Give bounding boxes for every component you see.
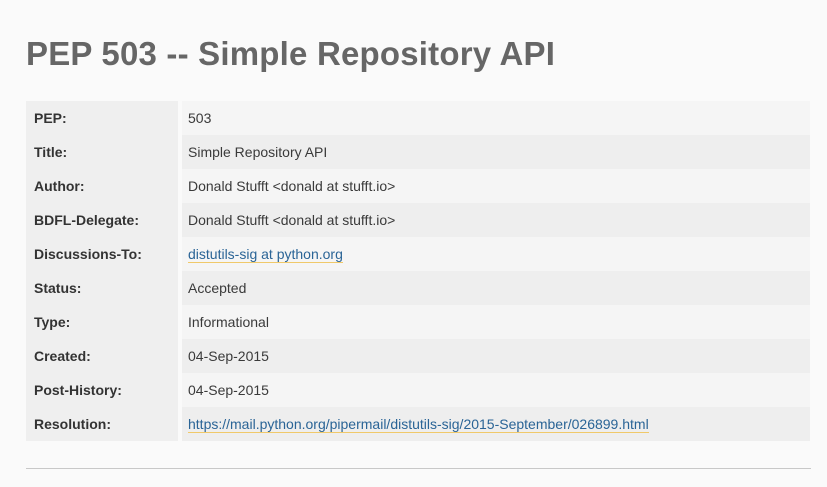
metadata-row-status: Status: Accepted: [26, 271, 810, 305]
metadata-row-discussions-to: Discussions-To: distutils-sig at python.…: [26, 237, 810, 271]
page-title: PEP 503 -- Simple Repository API: [26, 35, 556, 72]
metadata-row-post-history: Post-History: 04-Sep-2015: [26, 373, 810, 407]
field-label: Discussions-To:: [26, 237, 182, 271]
metadata-row-pep: PEP: 503: [26, 101, 810, 135]
field-value: Accepted: [182, 271, 810, 305]
field-label: Title:: [26, 135, 182, 169]
field-label: Type:: [26, 305, 182, 339]
field-label: Post-History:: [26, 373, 182, 407]
horizontal-divider: [26, 468, 811, 469]
field-value: 503: [182, 101, 810, 135]
field-label: Author:: [26, 169, 182, 203]
metadata-row-bdfl-delegate: BDFL-Delegate: Donald Stufft <donald at …: [26, 203, 810, 237]
field-label: Resolution:: [26, 407, 182, 441]
field-label: BDFL-Delegate:: [26, 203, 182, 237]
field-value: Simple Repository API: [182, 135, 810, 169]
discussions-to-link[interactable]: distutils-sig at python.org: [188, 246, 343, 263]
metadata-row-author: Author: Donald Stufft <donald at stufft.…: [26, 169, 810, 203]
pep-page: PEP 503 -- Simple Repository API PEP: 50…: [0, 0, 827, 487]
field-label: Status:: [26, 271, 182, 305]
field-value-cell: https://mail.python.org/pipermail/distut…: [182, 407, 810, 441]
pep-metadata-table: PEP: 503 Title: Simple Repository API Au…: [26, 101, 810, 441]
field-value: Donald Stufft <donald at stufft.io>: [182, 169, 810, 203]
field-value-cell: distutils-sig at python.org: [182, 237, 810, 271]
metadata-row-type: Type: Informational: [26, 305, 810, 339]
field-label: PEP:: [26, 101, 182, 135]
metadata-row-resolution: Resolution: https://mail.python.org/pipe…: [26, 407, 810, 441]
field-value: 04-Sep-2015: [182, 339, 810, 373]
metadata-row-title: Title: Simple Repository API: [26, 135, 810, 169]
metadata-row-created: Created: 04-Sep-2015: [26, 339, 810, 373]
field-value: 04-Sep-2015: [182, 373, 810, 407]
resolution-link[interactable]: https://mail.python.org/pipermail/distut…: [188, 416, 649, 433]
field-label: Created:: [26, 339, 182, 373]
field-value: Donald Stufft <donald at stufft.io>: [182, 203, 810, 237]
field-value: Informational: [182, 305, 810, 339]
